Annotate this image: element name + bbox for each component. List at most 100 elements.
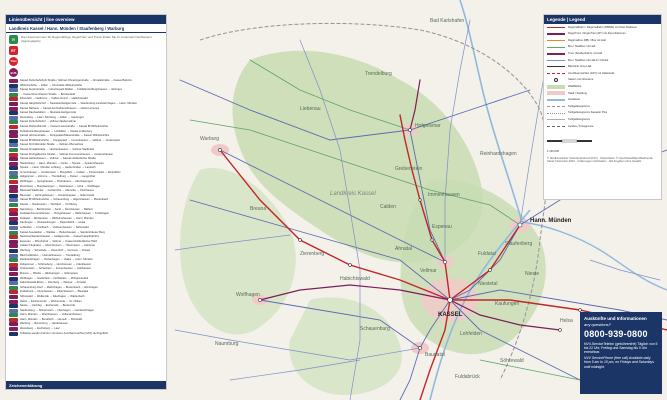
legend-item: Tram (Straßenbahn) mit Halt	[544, 50, 661, 57]
line-list-item[interactable]: Breuna → Rhöda → Wettesingen → Volkmarse…	[9, 271, 163, 276]
line-list-item[interactable]: Kassel Kulturbahnhof → Vellmar-Niedervel…	[9, 120, 163, 125]
line-list-item[interactable]: Niestetal-Sandershausen → Heiligenrode →…	[9, 235, 163, 240]
line-list-item[interactable]: → Kassel Drennhauser Straße → Brückenfel…	[9, 92, 163, 97]
legend-item-label: Waldfläche	[568, 84, 582, 88]
line-route-text: Fuldabrück-Bergshausen → Lohfelden → Kas…	[20, 129, 93, 133]
line-list-item[interactable]: Kassel Rathaus → Kassel Ast Dahlemsthaus…	[9, 106, 163, 111]
line-list-item[interactable]: Kassel Kulturbahnhofs Straße / Vellmar-O…	[9, 79, 163, 83]
line-list-item[interactable]: Schauenburg-Hoof → Martinhagen → Breiten…	[9, 285, 163, 290]
line-number-badge	[9, 124, 18, 129]
line-list-item[interactable]: Staufenberg → Sichelnstein → Nienhagen →…	[9, 308, 163, 313]
line-list-item[interactable]: Bad Karlshafen → Helmarshausen → Trendel…	[9, 253, 163, 258]
line-route-text: Hofgeismar → Schöneberg → Hombressen → U…	[20, 262, 92, 266]
legend-item-label: Stadt / Siedlung	[568, 91, 587, 95]
line-number-badge	[9, 235, 18, 240]
legend-item-label: Tarifgebietsgrenze Kasseler Plus	[568, 111, 608, 115]
line-list-item[interactable]: Zierenberg → Burghasungen → Oelshausen →…	[9, 184, 163, 189]
line-list-item[interactable]: Kassel-Rothenditmold → Kassel Luisenstra…	[9, 124, 163, 129]
line-number-badge	[9, 106, 18, 111]
line-list-item[interactable]: Wilhelmshöhe → Ehlen → Ahnstraße Wilhelm…	[9, 83, 163, 88]
regional-train-icon: R	[9, 35, 18, 44]
line-route-text: Kaufungen → Oberkaufungen → Papierfabrik…	[20, 221, 86, 225]
line-list-item[interactable]: Baunatal → Hertingshausen → Guntershause…	[9, 193, 163, 198]
line-blue-icon	[547, 97, 565, 102]
line-list-item[interactable]: Kassel Bf Wilhelmshöhe → Schauenburg → E…	[9, 198, 163, 203]
line-list-item[interactable]: Kassel Kupferstraße → Industriepark Walt…	[9, 88, 163, 93]
line-list-item[interactable]: Calden Flughafen → Meimbressen → Obermei…	[9, 244, 163, 249]
tram-icon: Tram	[9, 57, 18, 66]
line-list-item[interactable]: Immenhausen → Grebenstein → Burguffeln →…	[9, 170, 163, 175]
service-phone-link[interactable]: 0800-939-0800	[584, 329, 658, 339]
line-list-item[interactable]: Fuldatal → Rothwesten → Wilhelmshausen →…	[9, 216, 163, 221]
line-list-item[interactable]: Söhrewald → Wellerode → Eiterhagen → Wat…	[9, 294, 163, 299]
line-list-item[interactable]: Zierenberg → Escheberg → Laar	[9, 327, 163, 332]
line-list-item[interactable]: Fuldabrück-Bergshausen → Lohfelden → Kas…	[9, 129, 163, 134]
legend-item-label: Bus / Stadtbus mit Halt im Ortsteil	[568, 58, 609, 62]
line-list-item[interactable]: Kassel rahmenstraße → Königsplatz/Mauers…	[9, 134, 163, 139]
line-list-item[interactable]: Kassel Bf Wilhelmshöhe → Königsplatz → I…	[9, 138, 163, 143]
map-label-immenhausen: Immenhausen	[428, 192, 460, 198]
line-list-item[interactable]: Naumburg → Bad Emstal → Sand → Merxhause…	[9, 207, 163, 212]
line-number-badge	[9, 331, 18, 336]
line-number-badge	[9, 193, 18, 198]
line-route-text: Lohfelden → Crumbach → Vollmarshausen → …	[20, 226, 89, 229]
line-list-item[interactable]: Kassel Hauptbahnhof → Niestetal-Heiligen…	[9, 101, 163, 106]
legend-item: Landes / Kreisgrenze	[544, 123, 661, 130]
line-number-badge	[9, 203, 18, 208]
legend-item: Regionalbus (RB) / Bus mit Halt	[544, 37, 661, 44]
line-darkred-icon	[547, 31, 565, 36]
line-list-item[interactable]: Hann. Münden → Bonaforth → Hemeln → Burs…	[9, 317, 163, 322]
line-number-badge	[9, 281, 18, 286]
line-list-item[interactable]: Kaufungen → Oberkaufungen → Papierfabrik…	[9, 221, 163, 226]
line-list-item[interactable]: Teilweise werden Fahrten mit einem Anruf…	[9, 331, 163, 336]
line-list-item[interactable]: Kassel → Niedenstein → Wichdorf → Kirchb…	[9, 203, 163, 208]
line-gray3-icon	[547, 111, 565, 116]
line-list-item[interactable]: Grebenstein → Schachten → Immenhausen → …	[9, 267, 163, 272]
line-number-badge	[9, 166, 18, 171]
line-list-item[interactable]: Warburg → Scherfede → Ossendorf → Germet…	[9, 248, 163, 253]
line-list-item[interactable]: Speele → Hann. Münden Lohberg → Hedemünd…	[9, 166, 163, 171]
line-list-item[interactable]: Ehrenfeld → Heilbrunn → Kaffee-Grund → H…	[9, 97, 163, 102]
line-number-badge	[9, 161, 18, 166]
line-list-item[interactable]: Kassel Ahnatalstraße → Heckershausen → V…	[9, 147, 163, 152]
line-number-badge	[9, 267, 18, 272]
line-number-badge	[9, 115, 18, 120]
line-number-badge	[9, 147, 18, 152]
line-list-item[interactable]: Zierenberg → Laar / Dörnberg → Ehlen → K…	[9, 115, 163, 120]
line-route-text: Kassel-Rothenditmold → Kassel Luisenstra…	[20, 124, 108, 128]
line-number-badge	[9, 276, 18, 281]
line-list-item[interactable]: Hofgeismar → Hümme → Trendelburg → Deise…	[9, 175, 163, 180]
info-subtitle: any questions?	[584, 321, 611, 327]
line-list-item[interactable]: Wolfhagen → Ippinghausen → Bründersen → …	[9, 180, 163, 185]
line-list-item[interactable]: Warburg → Bonenburg → Hardehausen	[9, 322, 163, 327]
line-list-item[interactable]: Staufenberg → Hann. Münden → Gimte → Spe…	[9, 161, 163, 166]
line-number-badge	[9, 207, 18, 212]
map-label-grebenstein: Grebenstein	[395, 166, 422, 172]
line-list-item[interactable]: Kassel Auestadion → Waldau → Bettenhause…	[9, 230, 163, 235]
line-list-item[interactable]: Nieste → Uschlag → Escherode → Benterode	[9, 304, 163, 309]
line-list-item[interactable]: Habichtswald-Ehlen → Dörnberg → Weimar →…	[9, 281, 163, 286]
line-list-item[interactable]: Kassel Kirchgallesche Straße → Vellmar-F…	[9, 152, 163, 157]
line-list-item[interactable]: Lohfelden → Crumbach → Vollmarshausen → …	[9, 226, 163, 230]
line-list-item[interactable]: Reinhardshagen → Veckerhagen → Vaake → H…	[9, 258, 163, 263]
line-route-text: Kassel Kulturbahnhof → Vellmar-Niedervel…	[20, 120, 77, 124]
line-list-item[interactable]: Fuldatal-Simmershausen → Ihringshausen →…	[9, 212, 163, 217]
line-number-badge	[9, 304, 18, 309]
line-list-item[interactable]: Baunatal Stadtmitte → Großenritte → Alte…	[9, 189, 163, 194]
line-list-item[interactable]: Kassel Kirchditmolder Straße → Vellmar-O…	[9, 143, 163, 148]
line-list-item[interactable]: Kassel-Harleshausen → Vellmar → Kassel H…	[9, 157, 163, 162]
line-list-item[interactable]: Hann. Münden → Wiershausen → Volkmarshau…	[9, 313, 163, 318]
line-route-text: Speele → Hann. Münden Lohberg → Hedemünd…	[20, 166, 96, 170]
legend-item: Tarifgebietsgrenze	[544, 103, 661, 110]
line-list-item[interactable]: Hofgeismar → Schöneberg → Hombressen → U…	[9, 262, 163, 267]
line-number-badge	[9, 143, 18, 148]
line-number-badge	[9, 327, 18, 332]
line-list-item[interactable]: Helsa → Eschenstruth → Wickenrode → St. …	[9, 299, 163, 304]
line-list-item[interactable]: Wolfhagen → Gasterfeld → Nothfelden → Ph…	[9, 276, 163, 281]
line-list-item[interactable]: Espenau → Mönchehof → Vellmar → Kassel H…	[9, 239, 163, 244]
line-list-item[interactable]: Fuldabrück → Dennhausen → Dittershausen …	[9, 290, 163, 295]
legend-footer: Zeichenerklärung	[6, 381, 166, 389]
line-route-text: Kassel Bf Wilhelmshöhe → Königsplatz → I…	[20, 138, 121, 142]
line-list-item[interactable]: Kassel Rauhaufahlen → Niestetal-Heiligen…	[9, 111, 163, 116]
line-route-text: Wilhelmshöhe → Ehlen → Ahnstraße Wilhelm…	[20, 83, 82, 87]
